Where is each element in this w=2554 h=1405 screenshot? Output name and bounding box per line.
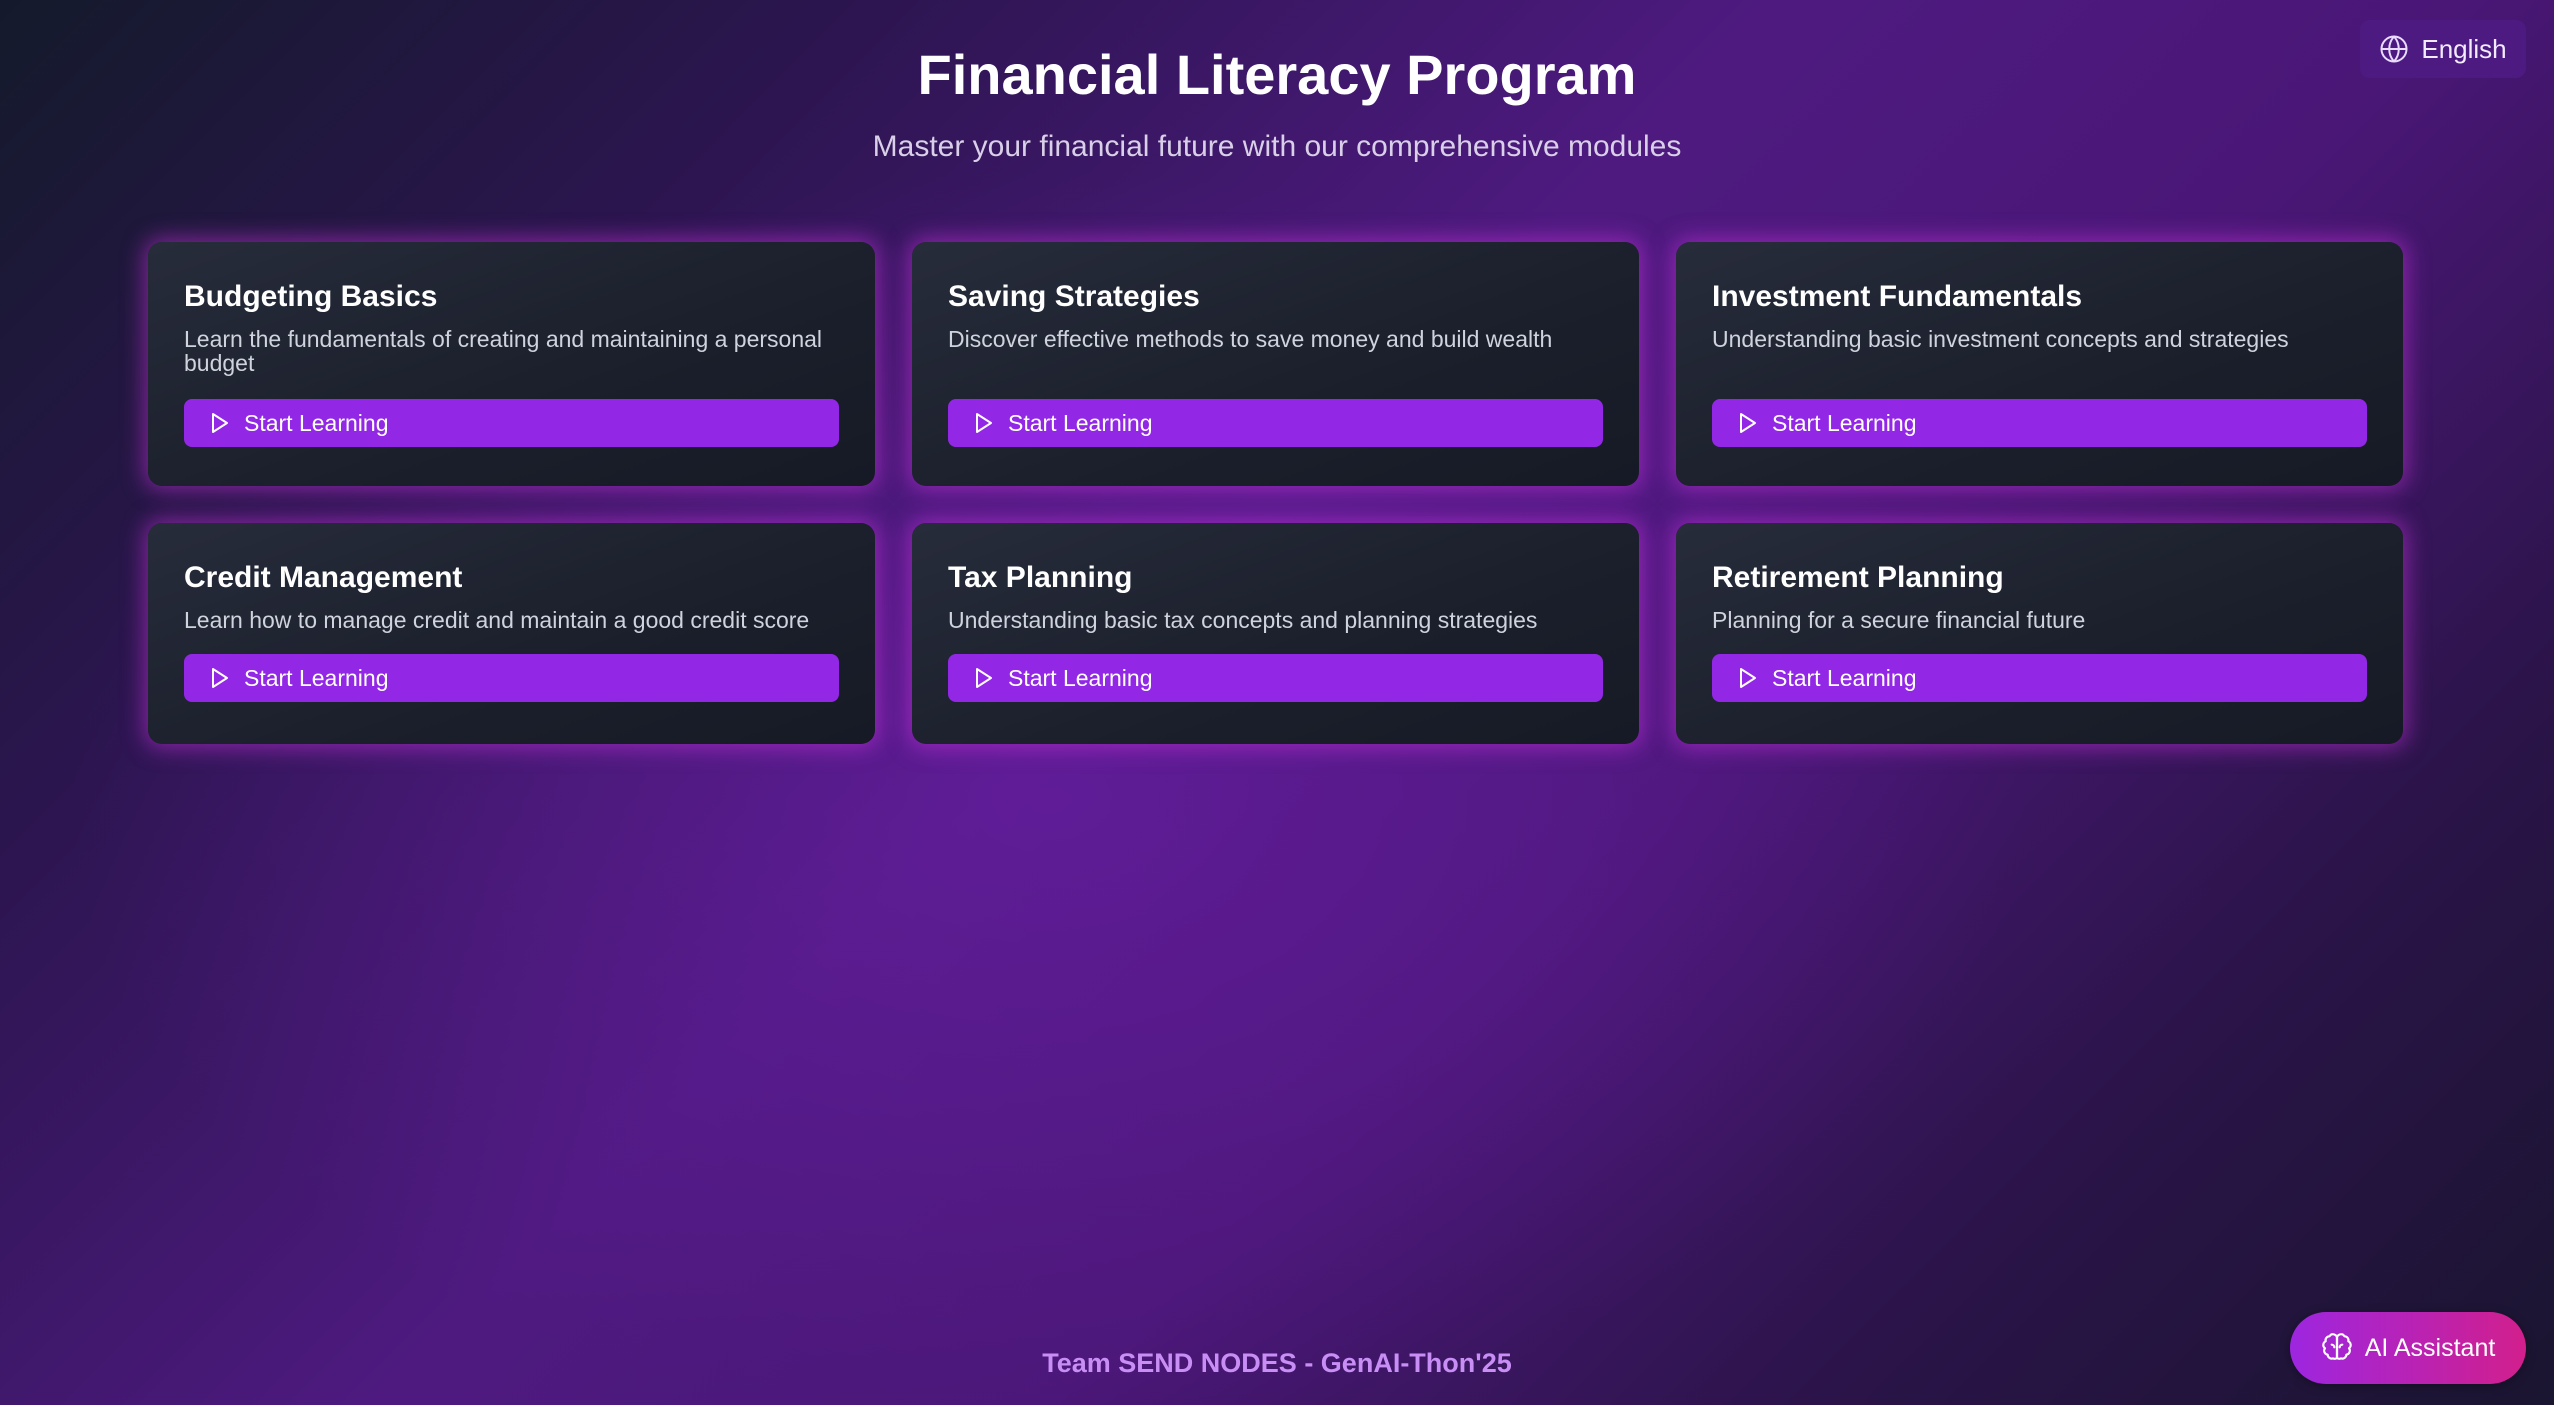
start-learning-button[interactable]: Start Learning [1712,654,2367,702]
brain-icon [2321,1333,2352,1360]
module-card-retirement-planning: Retirement Planning Planning for a secur… [1676,523,2403,744]
module-title: Saving Strategies [948,280,1200,313]
footer-team-credit: Team SEND NODES - GenAI-Thon'25 [1042,1348,1512,1378]
ai-assistant-label: AI Assistant [2364,1333,2496,1362]
play-icon [212,668,228,688]
start-learning-label: Start Learning [1772,409,1917,436]
module-title: Credit Management [184,561,463,594]
start-learning-label: Start Learning [1008,664,1153,691]
start-learning-button[interactable]: Start Learning [184,399,839,447]
start-learning-label: Start Learning [244,664,389,691]
module-card-credit-management: Credit Management Learn how to manage cr… [148,523,875,744]
module-title: Investment Fundamentals [1712,280,2083,313]
module-card-budgeting-basics: Budgeting Basics Learn the fundamentals … [148,242,875,486]
module-description: Learn how to manage credit and maintain … [184,607,810,633]
start-learning-button[interactable]: Start Learning [948,654,1603,702]
module-description: Understanding basic tax concepts and pla… [948,607,1538,633]
module-description: Learn the fundamentals of creating and m… [184,326,823,376]
play-icon [976,668,992,688]
module-description: Planning for a secure financial future [1712,607,2086,633]
module-title: Budgeting Basics [184,280,438,313]
start-learning-button[interactable]: Start Learning [1712,399,2367,447]
start-learning-button[interactable]: Start Learning [948,399,1603,447]
page-subtitle: Master your financial future with our co… [872,130,1682,163]
modules-grid: Budgeting Basics Learn the fundamentals … [148,242,2404,744]
start-learning-button[interactable]: Start Learning [184,654,839,702]
module-description: Discover effective methods to save money… [948,326,1553,352]
play-icon [1740,413,1756,433]
start-learning-label: Start Learning [244,409,389,436]
page-title: Financial Literacy Program [917,43,1637,106]
play-icon [1740,668,1756,688]
module-card-tax-planning: Tax Planning Understanding basic tax con… [912,523,1639,744]
module-title: Retirement Planning [1712,561,2004,594]
module-card-saving-strategies: Saving Strategies Discover effective met… [912,242,1639,486]
module-description: Understanding basic investment concepts … [1712,326,2289,352]
start-learning-label: Start Learning [1008,409,1153,436]
ai-assistant-button[interactable]: AI Assistant [2290,1312,2526,1384]
module-card-investment-fundamentals: Investment Fundamentals Understanding ba… [1676,242,2403,486]
play-icon [212,413,228,433]
start-learning-label: Start Learning [1772,664,1917,691]
module-title: Tax Planning [948,561,1133,594]
play-icon [976,413,992,433]
